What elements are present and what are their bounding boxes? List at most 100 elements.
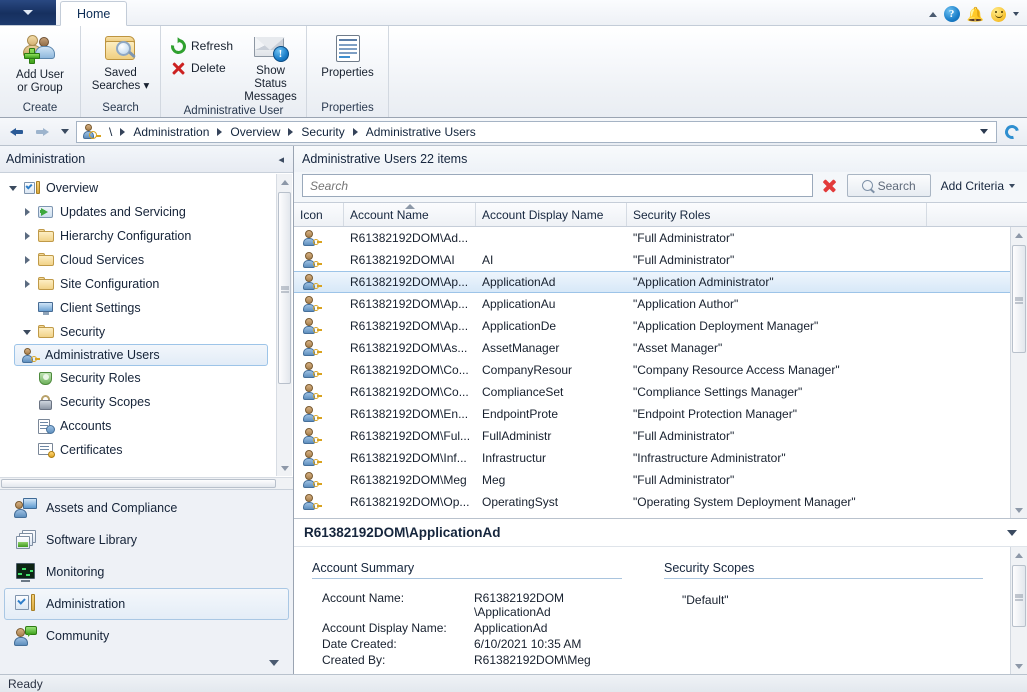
back-button[interactable] [4,121,28,143]
forward-button[interactable] [30,121,54,143]
collapse-ribbon-button[interactable] [929,12,937,17]
cell-account-name: R61382192DOM\Ful... [344,429,476,443]
sidebar-item-overview[interactable]: Overview [0,176,276,200]
table-row[interactable]: R61382192DOM\Co... CompanyResour "Compan… [294,359,1010,381]
scroll-up-button[interactable] [1011,227,1027,243]
search-input[interactable] [308,178,807,194]
table-row[interactable]: R61382192DOM\Ap... ApplicationAd "Applic… [294,271,1010,293]
sidebar-item-certificates[interactable]: Certificates [0,438,276,462]
detail-vertical-scrollbar[interactable] [1010,547,1027,674]
scroll-up-button[interactable] [1011,547,1027,563]
table-row[interactable]: R61382192DOM\En... EndpointProte "Endpoi… [294,403,1010,425]
refresh-icon [1002,122,1021,141]
sidebar-item-site-configuration[interactable]: Site Configuration [0,272,276,296]
sidebar-item-assets-and-compliance[interactable]: Assets and Compliance [4,492,289,524]
properties-button[interactable]: Properties [313,30,382,80]
notifications-button[interactable]: 🔔 [967,7,984,21]
history-dropdown-button[interactable] [61,129,69,134]
scrollbar-thumb[interactable] [1012,245,1026,353]
scroll-down-button[interactable] [277,460,292,476]
workspace-more-button[interactable] [0,652,293,674]
breadcrumb[interactable]: \ Administration Overview Security Admin… [76,121,997,143]
twisty-open-icon[interactable] [22,327,33,338]
workspace-label: Community [46,629,109,643]
refresh-button[interactable]: Refresh [167,36,237,56]
sidebar-item-updates-and-servicing[interactable]: Updates and Servicing [0,200,276,224]
column-header-account-display-name[interactable]: Account Display Name [476,203,627,226]
table-vertical-scrollbar[interactable] [1010,227,1027,518]
twisty-closed-icon[interactable] [22,231,33,242]
breadcrumb-root[interactable]: \ [104,124,117,140]
cell-account-name: R61382192DOM\AI [344,253,476,267]
ribbon-group-create-title: Create [0,99,80,117]
table-row[interactable]: R61382192DOM\Ad... "Full Administrator" [294,227,1010,249]
sidebar-horizontal-scrollbar[interactable] [0,477,293,489]
delete-button[interactable]: Delete [167,58,237,78]
user-key-icon [304,450,322,466]
administrative-user-icon [84,124,101,139]
table-row[interactable]: R61382192DOM\Op... OperatingSyst "Operat… [294,491,1010,513]
tab-home[interactable]: Home [60,1,127,26]
sidebar-collapse-button[interactable]: ◂ [275,153,287,166]
show-status-messages-button[interactable]: ! Show Status Messages [241,30,300,104]
add-criteria-button[interactable]: Add Criteria [937,179,1019,193]
table-row[interactable]: R61382192DOM\AI AI "Full Administrator" [294,249,1010,271]
application-menu-button[interactable] [0,0,56,25]
scrollbar-thumb[interactable] [1012,565,1026,627]
sidebar-item-monitoring[interactable]: Monitoring [4,556,289,588]
breadcrumb-item-security[interactable]: Security [296,124,349,140]
table-row[interactable]: R61382192DOM\Ap... ApplicationAu "Applic… [294,293,1010,315]
sidebar-item-security-roles[interactable]: Security Roles [0,366,276,390]
column-header-spacer[interactable] [927,203,1010,226]
clear-search-button[interactable] [819,174,841,197]
column-header-icon[interactable]: Icon [294,203,344,226]
user-key-icon [304,274,322,290]
detail-collapse-button[interactable] [1007,530,1017,536]
twisty-closed-icon[interactable] [22,255,33,266]
table-row[interactable]: R61382192DOM\Co... ComplianceSet "Compli… [294,381,1010,403]
search-input-wrap[interactable] [302,174,813,197]
table-row[interactable]: R61382192DOM\Ap... ApplicationDe "Applic… [294,315,1010,337]
breadcrumb-item-administrative-users[interactable]: Administrative Users [361,124,481,140]
twisty-open-icon[interactable] [8,183,19,194]
administration-icon [15,594,37,614]
sidebar-item-administrative-users[interactable]: Administrative Users [14,344,268,366]
twisty-closed-icon[interactable] [22,207,33,218]
scroll-down-button[interactable] [1011,658,1027,674]
table-row[interactable]: R61382192DOM\Meg Meg "Full Administrator… [294,469,1010,491]
workspace-label: Assets and Compliance [46,501,177,515]
breadcrumb-dropdown-button[interactable] [980,129,988,134]
sidebar-item-security-scopes[interactable]: Security Scopes [0,390,276,414]
table-row[interactable]: R61382192DOM\Ful... FullAdministr "Full … [294,425,1010,447]
sidebar-item-hierarchy-configuration[interactable]: Hierarchy Configuration [0,224,276,248]
feedback-button[interactable] [991,7,1006,22]
add-user-or-group-button[interactable]: Add User or Group [6,30,74,95]
sidebar-item-cloud-services[interactable]: Cloud Services [0,248,276,272]
sidebar-item-client-settings[interactable]: Client Settings [0,296,276,320]
sidebar-item-security[interactable]: Security [0,320,276,344]
help-button[interactable]: ? [944,6,960,22]
scroll-up-button[interactable] [277,174,292,190]
feedback-dropdown-button[interactable] [1013,12,1019,16]
scrollbar-thumb[interactable] [1,479,276,488]
cell-security-roles: "Operating System Deployment Manager" [627,495,927,509]
sidebar-item-software-library[interactable]: Software Library [4,524,289,556]
sidebar-item-administration[interactable]: Administration [4,588,289,620]
breadcrumb-item-overview[interactable]: Overview [225,124,285,140]
breadcrumb-item-administration[interactable]: Administration [128,124,214,140]
column-header-account-name[interactable]: Account Name [344,203,476,226]
table-row[interactable]: R61382192DOM\Inf... Infrastructur "Infra… [294,447,1010,469]
sidebar-item-accounts[interactable]: Accounts [0,414,276,438]
scroll-down-button[interactable] [1011,502,1027,518]
user-key-icon [304,428,322,444]
search-button[interactable]: Search [847,174,931,197]
table-row[interactable]: R61382192DOM\As... AssetManager "Asset M… [294,337,1010,359]
column-header-security-roles[interactable]: Security Roles [627,203,927,226]
sidebar-vertical-scrollbar[interactable] [276,174,292,476]
breadcrumb-refresh-button[interactable] [1001,121,1023,143]
saved-searches-button[interactable]: Saved Searches ▾ [87,30,154,93]
scrollbar-thumb[interactable] [278,192,291,384]
sidebar-item-community[interactable]: Community [4,620,289,652]
titlebar-right-tools: ? 🔔 [929,6,1027,25]
twisty-closed-icon[interactable] [22,279,33,290]
